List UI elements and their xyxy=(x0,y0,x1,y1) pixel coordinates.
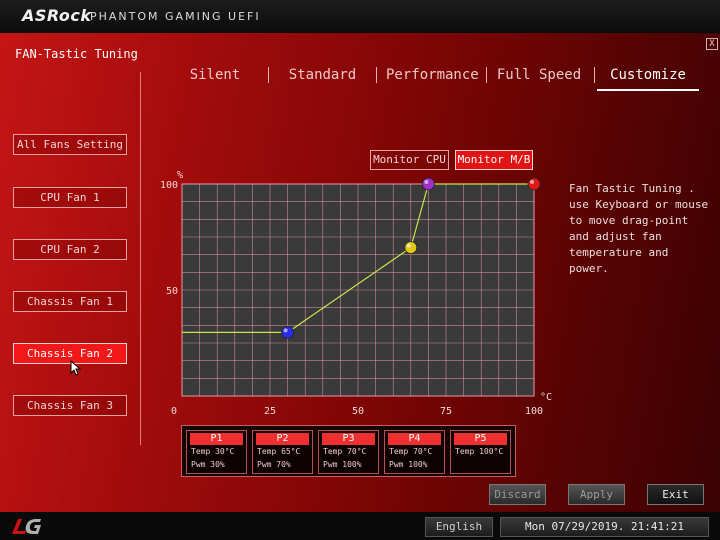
y-tick-labels: 50 100 xyxy=(160,180,178,297)
point-temp: Temp 70°C xyxy=(389,447,433,456)
drag-point-highlight xyxy=(283,328,288,333)
tab-separator xyxy=(268,67,269,83)
product-name: PHANTOM GAMING UEFI xyxy=(90,10,261,23)
discard-button[interactable]: Discard xyxy=(489,484,546,505)
point-temp: Temp 30°C xyxy=(191,447,235,456)
mouse-cursor-icon xyxy=(70,360,82,376)
date-time-display: Mon 07/29/2019. 21:41:21 xyxy=(500,517,709,537)
tab-performance[interactable]: Performance xyxy=(386,65,479,89)
drag-point[interactable] xyxy=(281,325,295,339)
tab-standard[interactable]: Standard xyxy=(280,65,365,89)
x-tick-label: 50 xyxy=(352,406,364,417)
drag-point-highlight xyxy=(424,180,429,184)
sidebar-item-chassis-fan-1[interactable]: Chassis Fan 1 xyxy=(13,291,127,312)
point-name: P4 xyxy=(388,433,441,445)
chart-grid xyxy=(182,184,534,396)
sidebar-item-all-fans-setting[interactable]: All Fans Setting xyxy=(13,134,127,155)
sidebar-divider xyxy=(140,72,141,445)
phantom-gaming-logo-icon xyxy=(12,519,41,534)
y-tick-label: 100 xyxy=(160,180,178,191)
point-card-p1[interactable]: P1 Temp 30°C Pwm 30% xyxy=(186,430,247,474)
tab-customize[interactable]: Customize xyxy=(597,65,699,91)
x-axis-label: °C xyxy=(540,392,552,403)
tab-separator xyxy=(594,67,595,83)
top-bar: ASRock PHANTOM GAMING UEFI xyxy=(0,0,720,33)
y-tick-label: 50 xyxy=(166,286,178,297)
point-card-p2[interactable]: P2 Temp 65°C Pwm 70% xyxy=(252,430,313,474)
drag-point[interactable] xyxy=(527,177,541,191)
close-button[interactable]: X xyxy=(706,38,718,50)
point-name: P3 xyxy=(322,433,375,445)
point-table: P1 Temp 30°C Pwm 30% P2 Temp 65°C Pwm 70… xyxy=(181,425,516,477)
point-card-p5[interactable]: P5 Temp 100°C xyxy=(450,430,511,474)
sidebar-item-cpu-fan-2[interactable]: CPU Fan 2 xyxy=(13,239,127,260)
apply-button[interactable]: Apply xyxy=(568,484,625,505)
point-name: P1 xyxy=(190,433,243,445)
point-name: P2 xyxy=(256,433,309,445)
tab-silent[interactable]: Silent xyxy=(176,65,254,89)
drag-point[interactable] xyxy=(404,241,418,254)
status-bar: English Mon 07/29/2019. 21:41:21 xyxy=(0,512,720,540)
drag-point-highlight xyxy=(406,243,411,248)
x-tick-labels: 0 25 50 75 100 xyxy=(171,406,543,417)
point-temp: Temp 100°C xyxy=(455,447,504,456)
x-tick-label: 0 xyxy=(171,406,177,417)
x-tick-label: 100 xyxy=(525,406,543,417)
tab-full-speed[interactable]: Full Speed xyxy=(496,65,582,89)
point-pwm: Pwm 30% xyxy=(191,460,225,469)
brand-logo: ASRock xyxy=(22,6,92,25)
point-name: P5 xyxy=(454,433,507,445)
exit-button[interactable]: Exit xyxy=(647,484,704,505)
x-tick-label: 75 xyxy=(440,406,452,417)
fan-curve-chart[interactable]: % °C 50100 0 25 50 75 100 xyxy=(150,167,560,417)
sidebar-item-chassis-fan-3[interactable]: Chassis Fan 3 xyxy=(13,395,127,416)
language-button[interactable]: English xyxy=(425,517,493,537)
point-pwm: Pwm 100% xyxy=(389,460,428,469)
point-temp: Temp 65°C xyxy=(257,447,301,456)
drag-point-highlight xyxy=(530,180,534,184)
point-card-p4[interactable]: P4 Temp 70°C Pwm 100% xyxy=(384,430,445,474)
tab-separator xyxy=(486,67,487,83)
point-temp: Temp 70°C xyxy=(323,447,367,456)
help-text: Fan Tastic Tuning . use Keyboard or mous… xyxy=(569,182,709,275)
point-pwm: Pwm 70% xyxy=(257,460,291,469)
point-pwm: Pwm 100% xyxy=(323,460,362,469)
point-card-p3[interactable]: P3 Temp 70°C Pwm 100% xyxy=(318,430,379,474)
page-title: FAN-Tastic Tuning xyxy=(15,47,138,61)
drag-point[interactable] xyxy=(421,177,435,191)
sidebar-item-cpu-fan-1[interactable]: CPU Fan 1 xyxy=(13,187,127,208)
tab-separator xyxy=(376,67,377,83)
x-tick-label: 25 xyxy=(264,406,276,417)
